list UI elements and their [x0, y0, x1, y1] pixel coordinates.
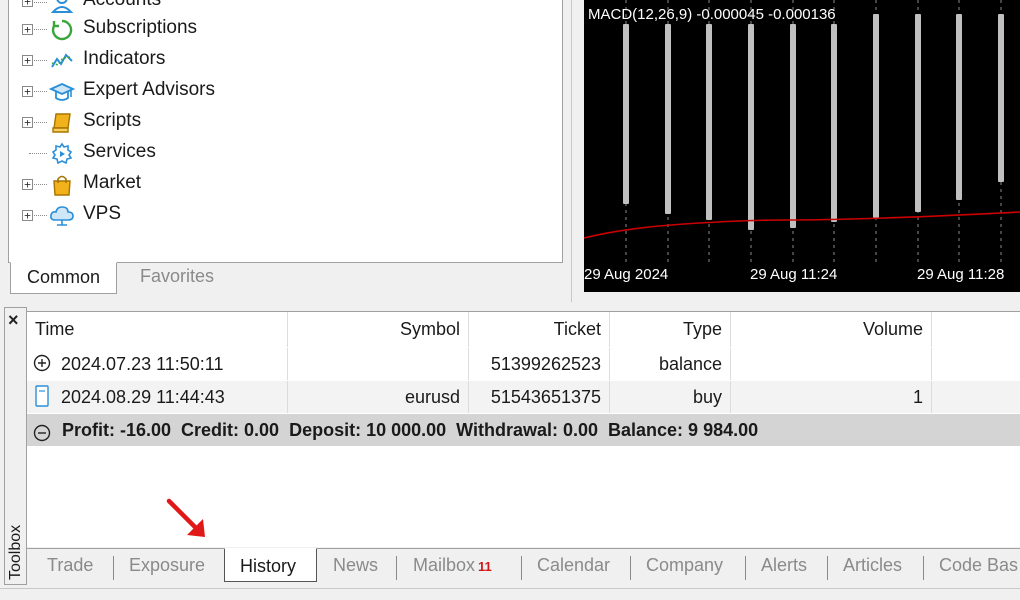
summary-row[interactable]: Profit: -16.00 Credit: 0.00 Deposit: 10 …: [27, 414, 1020, 446]
histogram-bar: [956, 14, 962, 200]
column-header-volume[interactable]: Volume: [731, 312, 932, 347]
chart-canvas: [584, 0, 1020, 262]
indicator-label: MACD(12,26,9) -0.000045 -0.000136: [588, 6, 836, 23]
expand-icon[interactable]: +: [22, 179, 33, 190]
navigator-tree: + Accounts + Subscriptions + Indicators …: [8, 0, 563, 262]
chart-grid: [625, 0, 1002, 262]
cell-ticket: 51543651375: [469, 381, 610, 413]
tree-item-services[interactable]: Services: [9, 138, 562, 169]
column-header-type[interactable]: Type: [610, 312, 731, 347]
tree-item-label: Indicators: [83, 48, 166, 69]
column-header-ticket[interactable]: Ticket: [469, 312, 610, 347]
subscriptions-icon: [49, 17, 75, 43]
cell-time: 2024.07.23 11:50:11: [27, 348, 288, 380]
vps-icon: [49, 203, 75, 229]
expand-icon[interactable]: +: [22, 24, 33, 35]
cell-symbol: [288, 348, 469, 380]
mailbox-count-badge: 11: [478, 559, 492, 574]
navigator-tabs: Common Favorites: [8, 262, 563, 294]
tab-common[interactable]: Common: [10, 262, 118, 294]
tree-item-label: VPS: [83, 203, 122, 224]
tree-item-scripts[interactable]: + Scripts: [9, 107, 562, 138]
table-row[interactable]: 2024.07.23 11:50:11 51399262523 balance: [27, 348, 1020, 380]
time-label: 29 Aug 11:28: [917, 266, 1005, 283]
red-arrow-icon: [166, 498, 205, 537]
toolbox-panel: × Toolbox Time Symbol Ticket Type Volume…: [0, 307, 1020, 600]
scripts-icon: [49, 110, 75, 136]
tab-calendar[interactable]: Calendar: [537, 555, 610, 581]
toolbox-label: Toolbox: [7, 524, 24, 580]
expand-icon[interactable]: +: [22, 55, 33, 66]
toolbox-tabs: Trade Exposure History News Mailbox 11 Ca…: [27, 548, 1020, 585]
expand-icon[interactable]: +: [22, 117, 33, 128]
expand-icon[interactable]: +: [22, 86, 33, 97]
cell-volume: 1: [731, 381, 932, 413]
cell-time: 2024.08.29 11:44:43: [27, 381, 288, 413]
tab-articles[interactable]: Articles: [843, 555, 902, 581]
tab-exposure[interactable]: Exposure: [129, 555, 205, 581]
histogram-bar: [748, 24, 754, 230]
services-icon: [49, 141, 75, 167]
tree-item-label: Accounts: [83, 0, 161, 11]
tree-item-vps[interactable]: + VPS: [9, 200, 562, 231]
toolbox-sidebar: × Toolbox: [4, 307, 27, 585]
tab-history[interactable]: History: [224, 548, 317, 582]
signal-line: [584, 211, 1020, 239]
indicators-icon: [49, 48, 75, 74]
tab-code-base[interactable]: Code Bas: [939, 555, 1018, 581]
column-header-symbol[interactable]: Symbol: [288, 312, 469, 347]
navigator-panel: + Accounts + Subscriptions + Indicators …: [0, 0, 571, 302]
market-icon: [49, 172, 75, 198]
cell-volume: [731, 348, 932, 380]
status-bar: [0, 588, 1020, 600]
tab-news[interactable]: News: [333, 555, 378, 581]
tree-item-market[interactable]: + Market: [9, 169, 562, 200]
column-header-time[interactable]: Time: [27, 312, 288, 347]
histogram-bar: [873, 14, 879, 218]
histogram-bar: [915, 14, 921, 212]
tree-item-label: Services: [83, 141, 156, 162]
macd-histogram: [623, 14, 1004, 230]
expand-icon[interactable]: +: [22, 210, 33, 221]
histogram-bar: [790, 24, 796, 228]
tree-item-expert-advisors[interactable]: + Expert Advisors: [9, 76, 562, 107]
tab-trade[interactable]: Trade: [47, 555, 93, 581]
tab-alerts[interactable]: Alerts: [761, 555, 807, 581]
tree-item-label: Subscriptions: [83, 17, 198, 38]
tree-item-indicators[interactable]: + Indicators: [9, 45, 562, 76]
time-label: 29 Aug 11:24: [750, 266, 838, 283]
cell-type: balance: [610, 348, 731, 380]
cell-type: buy: [610, 381, 731, 413]
minus-circle-icon[interactable]: [33, 420, 51, 452]
tab-company[interactable]: Company: [646, 555, 723, 581]
tab-mailbox[interactable]: Mailbox 11: [413, 555, 492, 581]
time-label: 29 Aug 2024: [584, 266, 669, 283]
cell-ticket: 51399262523: [469, 348, 610, 380]
histogram-bar: [706, 24, 712, 220]
histogram-bar: [831, 24, 837, 222]
tree-item-label: Expert Advisors: [83, 79, 215, 100]
tree-item-label: Scripts: [83, 110, 142, 131]
histogram-bar: [623, 24, 629, 204]
expert-advisors-icon: [49, 79, 75, 105]
accounts-icon: [49, 0, 75, 15]
tab-favorites[interactable]: Favorites: [124, 262, 230, 294]
histogram-bar: [998, 14, 1004, 182]
close-icon[interactable]: ×: [8, 310, 19, 331]
expand-icon[interactable]: +: [22, 0, 33, 7]
account-summary: Profit: -16.00 Credit: 0.00 Deposit: 10 …: [62, 420, 759, 440]
macd-chart[interactable]: MACD(12,26,9) -0.000045 -0.000136 29 Aug…: [584, 0, 1020, 292]
cell-symbol: eurusd: [288, 381, 469, 413]
histogram-bar: [665, 24, 671, 214]
tab-mailbox-label: Mailbox: [413, 555, 476, 575]
tree-item-label: Market: [83, 172, 142, 193]
table-row[interactable]: 2024.08.29 11:44:43 eurusd 51543651375 b…: [27, 381, 1020, 413]
tree-item-subscriptions[interactable]: + Subscriptions: [9, 14, 562, 45]
